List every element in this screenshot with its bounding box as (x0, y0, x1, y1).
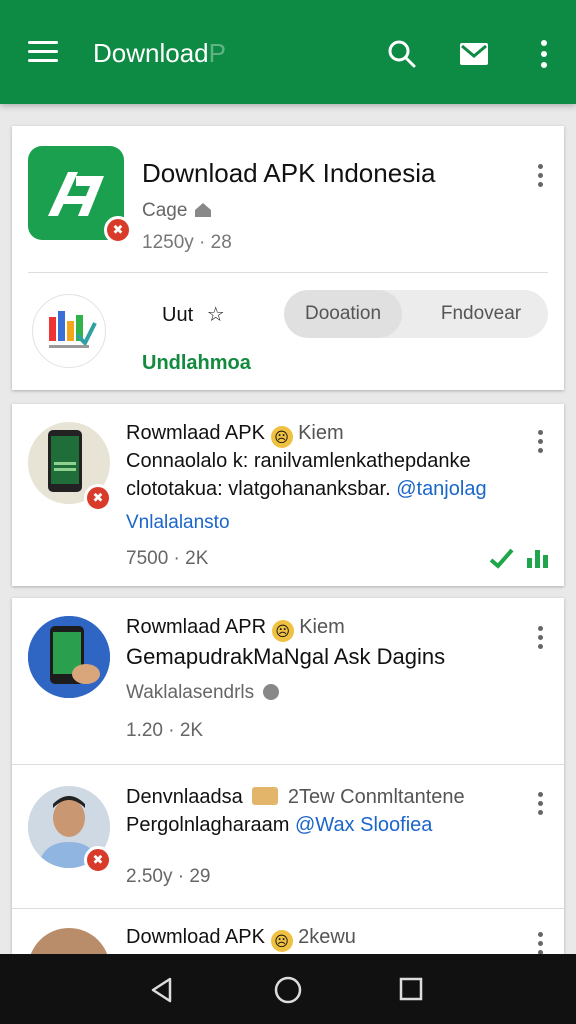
divider (12, 764, 564, 765)
mention-link[interactable]: @Wax Sloofiea (295, 814, 432, 836)
badge-icon: ✖ (84, 484, 112, 512)
app-meta: 1250y · 28 (142, 232, 232, 253)
segmented-control[interactable]: Dooation Fndovear (284, 290, 548, 338)
post-meta: 1.20 · 2K (126, 720, 204, 741)
search-icon[interactable] (386, 38, 418, 70)
post-list-card: Rowmlaad APR ☹ Kiem GemapudrakMaNgal Ask… (12, 598, 564, 1010)
folder-icon (252, 787, 279, 805)
follow-action[interactable]: Uut ☆ (162, 302, 225, 327)
post-body: Pergolnlagharaam @Wax Sloofiea (126, 814, 433, 836)
more-options-icon[interactable] (536, 430, 544, 456)
emoji-icon: ☹ (270, 426, 293, 448)
post-card[interactable]: ✖ Rowmlaad APK ☹ Kiem Connaolalo k: rani… (12, 404, 564, 586)
post-body: Connaolalo k: ranilvamlenkathepdanke (126, 450, 471, 472)
post-link[interactable]: Vnlalalansto (126, 512, 230, 534)
post-secondary: Waklalasendrls (126, 682, 280, 704)
star-icon[interactable]: ☆ (207, 304, 225, 326)
stats-icon[interactable] (524, 546, 550, 570)
badge-icon: ✖ (84, 846, 112, 874)
check-icon[interactable] (488, 546, 516, 570)
app-title: DownloadP (93, 38, 226, 68)
emoji-icon: ☹ (270, 930, 293, 952)
post-title: Denvnlaadsa 2Tew Conmltantene (126, 786, 465, 808)
more-options-icon[interactable] (536, 626, 544, 652)
post-body: clototakua: vlatgohananksbar. @tanjolag (126, 478, 487, 500)
post-title: Rowmlaad APR ☹ Kiem (126, 616, 345, 642)
badge-icon: ✖ (104, 216, 132, 244)
emoji-icon: ☹ (271, 620, 294, 642)
app-developer: Cage (142, 200, 213, 222)
post-avatar[interactable] (28, 616, 110, 698)
app-icon[interactable]: ✖ (28, 146, 132, 244)
info-icon (263, 684, 280, 700)
home-icon[interactable] (274, 976, 302, 1004)
mention-link[interactable]: @tanjolag (396, 478, 486, 500)
developer-link[interactable]: Undlahmoa (142, 352, 251, 375)
more-options-icon[interactable] (536, 164, 544, 190)
system-nav-bar (0, 954, 576, 1024)
publisher-logo[interactable] (32, 294, 106, 368)
back-icon[interactable] (148, 976, 176, 1004)
recents-icon[interactable] (398, 976, 424, 1002)
post-meta: 7500 · 2K (126, 548, 209, 569)
app-name: Download APK Indonesia (142, 158, 436, 188)
post-meta: 2.50y · 29 (126, 866, 211, 887)
app-card[interactable]: ✖ Download APK Indonesia Cage 1250y · 28… (12, 126, 564, 390)
home-badge-icon (194, 203, 211, 217)
divider (12, 908, 564, 909)
menu-icon[interactable] (28, 41, 58, 65)
mail-icon[interactable] (458, 38, 490, 70)
segment-endeavor[interactable]: Fndovear (414, 290, 548, 338)
segment-donation[interactable]: Dooation (284, 290, 402, 338)
post-body: GemapudrakMaNgal Ask Dagins (126, 644, 446, 669)
app-bar: DownloadP (0, 0, 576, 104)
post-title: Dowmload APK ☹ 2kewu (126, 926, 356, 952)
more-options-icon[interactable] (536, 792, 544, 818)
post-title: Rowmlaad APK ☹ Kiem (126, 422, 344, 448)
divider (28, 272, 548, 273)
overflow-icon[interactable] (528, 38, 560, 70)
